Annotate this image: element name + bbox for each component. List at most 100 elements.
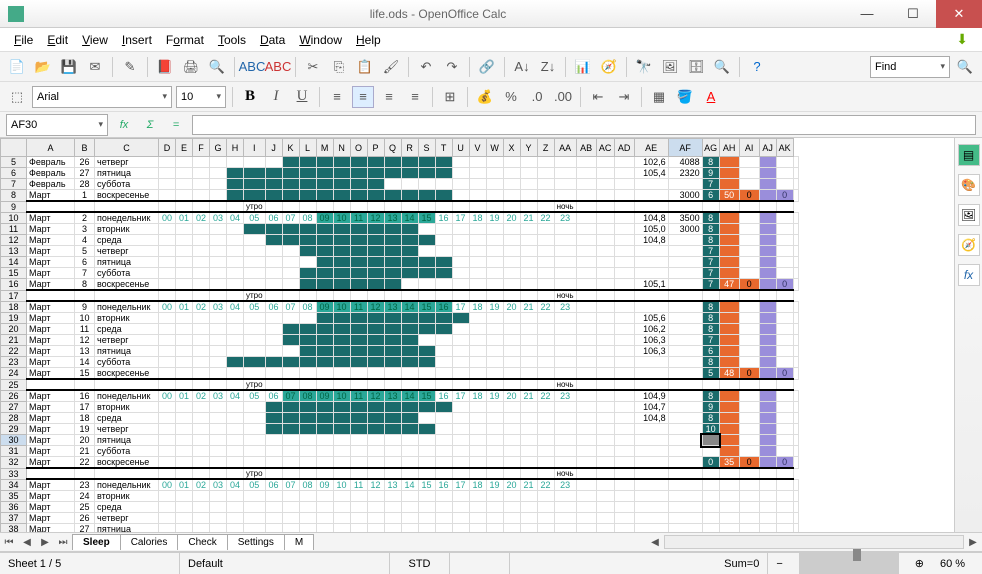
window-title: life.ods - OpenOffice Calc — [32, 7, 844, 21]
status-mode[interactable]: STD — [390, 553, 450, 574]
menu-file[interactable]: File — [8, 31, 39, 49]
chart-icon[interactable]: 📊 — [572, 56, 594, 78]
align-center-icon[interactable]: ≡ — [352, 86, 374, 108]
cut-icon[interactable]: ✂ — [302, 56, 324, 78]
menu-view[interactable]: View — [76, 31, 114, 49]
formula-input[interactable] — [192, 115, 976, 135]
link-icon[interactable]: 🔗 — [476, 56, 498, 78]
menubar: File Edit View Insert Format Tools Data … — [0, 28, 982, 52]
save-icon[interactable]: 💾 — [58, 56, 80, 78]
print-icon[interactable]: 🖨 — [180, 56, 202, 78]
indent-dec-icon[interactable]: ⇤ — [587, 86, 609, 108]
remove-decimal-icon[interactable]: .00 — [552, 86, 574, 108]
add-decimal-icon[interactable]: .0 — [526, 86, 548, 108]
underline-button[interactable]: U — [291, 86, 313, 108]
sidebar-navigator-icon[interactable]: 🧭 — [958, 234, 980, 256]
font-size-combo[interactable]: 10▾ — [176, 86, 226, 108]
toolbar-standard: 📄 📂 💾 ✉ ✎ 📕 🖨 🔍 ABC ABC ✂ ⎘ 📋 🖌 ↶ ↷ 🔗 A↓… — [0, 52, 982, 82]
bgcolor-icon[interactable]: 🪣 — [674, 86, 696, 108]
new-icon[interactable]: 📄 — [6, 56, 28, 78]
autospell-icon[interactable]: ABC — [267, 56, 289, 78]
status-style: Default — [180, 553, 390, 574]
italic-button[interactable]: I — [265, 86, 287, 108]
nav-icon[interactable]: 🧭 — [598, 56, 620, 78]
open-icon[interactable]: 📂 — [32, 56, 54, 78]
zoom-out-icon[interactable]: − — [768, 553, 790, 574]
brush-icon[interactable]: 🖌 — [380, 56, 402, 78]
fx-wizard-icon[interactable]: fx — [114, 115, 134, 135]
fontcolor-icon[interactable]: A — [700, 86, 722, 108]
tab-first-icon[interactable]: ⏮ — [0, 537, 18, 548]
styles-icon[interactable]: ⬚ — [6, 86, 28, 108]
email-icon[interactable]: ✉ — [84, 56, 106, 78]
minimize-button[interactable]: — — [844, 0, 890, 28]
sidebar-functions-icon[interactable]: fx — [958, 264, 980, 286]
menu-data[interactable]: Data — [254, 31, 291, 49]
sum-icon[interactable]: Σ — [140, 115, 160, 135]
edit-icon[interactable]: ✎ — [119, 56, 141, 78]
align-justify-icon[interactable]: ≡ — [404, 86, 426, 108]
currency-icon[interactable]: 💰 — [474, 86, 496, 108]
binoculars-icon[interactable]: 🔭 — [633, 56, 655, 78]
zoom-slider[interactable] — [799, 553, 899, 574]
tab-m[interactable]: M — [284, 534, 314, 550]
spellcheck-icon[interactable]: ABC — [241, 56, 263, 78]
font-name-combo[interactable]: Arial▾ — [32, 86, 172, 108]
status-sig — [450, 553, 510, 574]
copy-icon[interactable]: ⎘ — [328, 56, 350, 78]
find-next-icon[interactable]: 🔍 — [954, 56, 976, 78]
equals-icon[interactable]: = — [166, 115, 186, 135]
sidebar-gallery-icon[interactable]: 🖼 — [958, 204, 980, 226]
menu-help[interactable]: Help — [350, 31, 387, 49]
tab-sleep[interactable]: Sleep — [72, 534, 121, 550]
sort-asc-icon[interactable]: A↓ — [511, 56, 533, 78]
align-left-icon[interactable]: ≡ — [326, 86, 348, 108]
sidebar: ▤ 🎨 🖼 🧭 fx — [954, 138, 982, 532]
formula-bar: AF30▾ fx Σ = — [0, 112, 982, 138]
close-button[interactable]: ✕ — [936, 0, 982, 28]
bold-button[interactable]: B — [239, 86, 261, 108]
undo-icon[interactable]: ↶ — [415, 56, 437, 78]
sidebar-styles-icon[interactable]: 🎨 — [958, 174, 980, 196]
sort-desc-icon[interactable]: Z↓ — [537, 56, 559, 78]
tab-settings[interactable]: Settings — [227, 534, 285, 550]
status-sum[interactable]: Sum=0 — [510, 553, 768, 574]
tab-prev-icon[interactable]: ◀ — [18, 537, 36, 548]
zoom-in-icon[interactable]: ⊕ — [907, 553, 932, 574]
pdf-icon[interactable]: 📕 — [154, 56, 176, 78]
download-icon[interactable]: ⬇ — [950, 29, 974, 50]
menu-edit[interactable]: Edit — [41, 31, 74, 49]
menu-tools[interactable]: Tools — [212, 31, 252, 49]
paste-icon[interactable]: 📋 — [354, 56, 376, 78]
hscroll-right-icon[interactable]: ▶ — [964, 537, 982, 548]
menu-window[interactable]: Window — [293, 31, 348, 49]
datasource-icon[interactable]: 🗄 — [685, 56, 707, 78]
tab-last-icon[interactable]: ⏭ — [54, 537, 72, 548]
indent-inc-icon[interactable]: ⇥ — [613, 86, 635, 108]
maximize-button[interactable]: ☐ — [890, 0, 936, 28]
align-right-icon[interactable]: ≡ — [378, 86, 400, 108]
app-icon — [8, 6, 24, 22]
menu-insert[interactable]: Insert — [116, 31, 158, 49]
gallery-icon[interactable]: 🖼 — [659, 56, 681, 78]
tab-calories[interactable]: Calories — [120, 534, 179, 550]
cell-ref-box[interactable]: AF30▾ — [6, 114, 108, 136]
percent-icon[interactable]: % — [500, 86, 522, 108]
menu-format[interactable]: Format — [160, 31, 210, 49]
sidebar-properties-icon[interactable]: ▤ — [958, 144, 980, 166]
spreadsheet-grid[interactable]: ABCDEFGHIJKLMNOPQRSTUVWXYZAAABACADAEAFAG… — [0, 138, 954, 532]
preview-icon[interactable]: 🔍 — [206, 56, 228, 78]
merge-icon[interactable]: ⊞ — [439, 86, 461, 108]
sheet-tabs: ⏮ ◀ ▶ ⏭ Sleep Calories Check Settings M … — [0, 532, 982, 552]
help-icon[interactable]: ? — [746, 56, 768, 78]
redo-icon[interactable]: ↷ — [441, 56, 463, 78]
zoom-icon[interactable]: 🔍 — [711, 56, 733, 78]
tab-next-icon[interactable]: ▶ — [36, 537, 54, 548]
hscroll-left-icon[interactable]: ◀ — [646, 537, 664, 548]
status-zoom[interactable]: 60 % — [932, 553, 982, 574]
hscrollbar[interactable] — [664, 535, 964, 549]
find-input[interactable]: Find▾ — [870, 56, 950, 78]
border-icon[interactable]: ▦ — [648, 86, 670, 108]
tab-check[interactable]: Check — [177, 534, 227, 550]
status-sheet: Sheet 1 / 5 — [0, 553, 180, 574]
